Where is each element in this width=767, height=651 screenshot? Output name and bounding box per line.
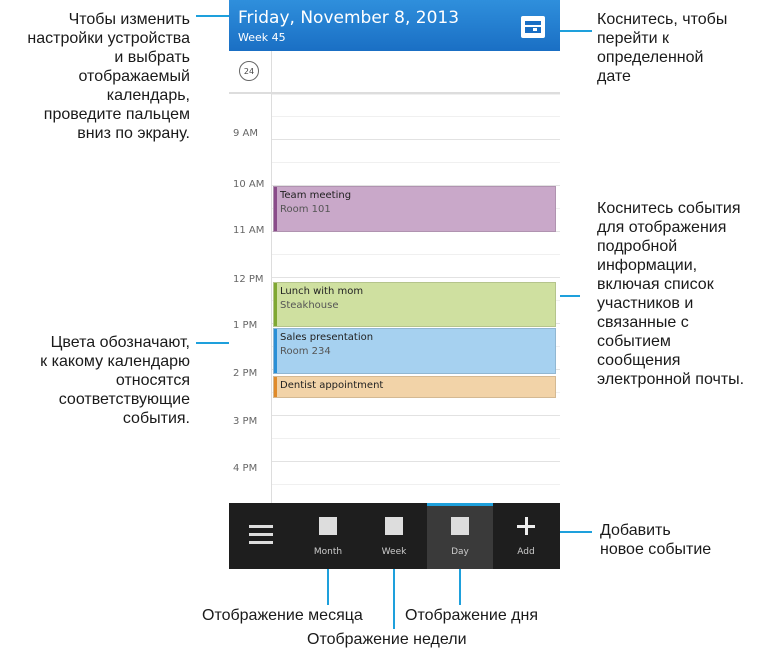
annotation-line: электронной почты. xyxy=(597,371,745,388)
go-to-date-icon[interactable] xyxy=(521,16,545,38)
annotation-line: вниз по экрану. xyxy=(77,125,190,142)
annotation-line: Добавить xyxy=(600,522,671,539)
menu-button[interactable] xyxy=(229,503,295,569)
hour-label: 2 PM xyxy=(233,368,258,379)
annotation-line: сообщения xyxy=(597,352,681,369)
day-view-button[interactable]: Day xyxy=(427,503,493,569)
event-title: Lunch with mom xyxy=(280,286,364,297)
event-location: Steakhouse xyxy=(280,300,339,311)
annotation-line: календарь, xyxy=(106,87,190,104)
header-week: Week 45 xyxy=(238,31,286,44)
hour-label: 9 AM xyxy=(233,128,259,139)
annotation-line: и выбрать xyxy=(114,49,190,66)
month-label: Month xyxy=(313,547,343,557)
annotation-line: отображаемый xyxy=(78,68,191,85)
callout-line xyxy=(196,15,229,17)
add-label: Add xyxy=(517,547,535,557)
month-view-button[interactable]: Month xyxy=(295,503,361,569)
annotation-swipe: Чтобы изменить настройки устройства и вы… xyxy=(6,10,190,143)
annotation-line: для отображения xyxy=(597,219,727,236)
day-grid[interactable]: 9 AM 10 AM 11 AM 12 PM 1 PM 2 PM 3 PM 4 … xyxy=(229,94,560,503)
event-location: Room 234 xyxy=(280,346,331,357)
annotation-line: проведите пальцем xyxy=(43,106,190,123)
annotation-line: Чтобы изменить xyxy=(68,11,190,28)
annotation-event: Коснитесь события для отображения подроб… xyxy=(597,199,767,389)
annotation-line: событием xyxy=(597,333,671,350)
annotation-week-view: Отображение недели xyxy=(307,631,467,648)
annotation-add: Добавить новое событие xyxy=(600,521,760,559)
annotation-line: участников и xyxy=(597,295,694,312)
hour-label: 4 PM xyxy=(233,463,258,474)
annotation-line: новое событие xyxy=(600,541,712,558)
day-calendar-icon xyxy=(451,517,469,535)
add-event-button[interactable]: Add xyxy=(493,503,559,569)
bottom-toolbar: Month Week Day Add xyxy=(229,503,560,569)
day-label: Day xyxy=(451,547,469,557)
header-date: Friday, November 8, 2013 xyxy=(238,8,460,28)
week-calendar-icon xyxy=(385,517,403,535)
annotation-line: подробной xyxy=(597,238,678,255)
all-day-row: 24 xyxy=(229,51,560,94)
event-title: Sales presentation xyxy=(280,332,374,343)
event-title: Team meeting xyxy=(280,190,352,201)
week-label: Week xyxy=(381,547,407,557)
calendar-header[interactable]: Friday, November 8, 2013 Week 45 xyxy=(229,0,560,51)
event-lunch-with-mom[interactable]: Lunch with mom Steakhouse xyxy=(273,282,556,327)
callout-line xyxy=(560,30,592,32)
annotation-line: перейти к xyxy=(597,30,670,47)
timezone-icon[interactable]: 24 xyxy=(239,61,259,81)
annotation-line: настройки устройства xyxy=(27,30,190,47)
annotation-line: соответствующие xyxy=(58,391,190,408)
hour-label: 3 PM xyxy=(233,416,258,427)
event-sales-presentation[interactable]: Sales presentation Room 234 xyxy=(273,328,556,374)
annotation-line: определенной xyxy=(597,49,704,66)
annotation-line: информации, xyxy=(597,257,698,274)
hour-label: 11 AM xyxy=(233,225,265,236)
hour-label: 12 PM xyxy=(233,274,264,285)
hour-label: 1 PM xyxy=(233,320,258,331)
calendar-screen: Friday, November 8, 2013 Week 45 24 9 AM… xyxy=(229,0,560,569)
hour-label: 10 AM xyxy=(233,179,265,190)
annotation-line: связанные с xyxy=(597,314,689,331)
annotation-month-view: Отображение месяца xyxy=(202,607,363,624)
event-title: Dentist appointment xyxy=(280,380,384,391)
callout-line xyxy=(560,531,592,533)
annotation-line: Цвета обозначают, xyxy=(50,334,190,351)
month-calendar-icon xyxy=(319,517,337,535)
event-dentist-appointment[interactable]: Dentist appointment xyxy=(273,376,556,398)
annotation-line: к какому календарю xyxy=(40,353,190,370)
annotation-line: события. xyxy=(122,410,190,427)
annotation-line: Коснитесь, чтобы xyxy=(597,11,728,28)
annotation-line: относятся xyxy=(115,372,190,389)
event-location: Room 101 xyxy=(280,204,331,215)
annotation-line: включая список xyxy=(597,276,714,293)
annotation-colors: Цвета обозначают, к какому календарю отн… xyxy=(6,333,190,428)
event-team-meeting[interactable]: Team meeting Room 101 xyxy=(273,186,556,232)
week-view-button[interactable]: Week xyxy=(361,503,427,569)
annotation-date: Коснитесь, чтобы перейти к определенной … xyxy=(597,10,762,86)
annotation-day-view: Отображение дня xyxy=(405,607,539,624)
annotation-line: дате xyxy=(597,68,631,85)
annotation-line: Коснитесь события xyxy=(597,200,741,217)
